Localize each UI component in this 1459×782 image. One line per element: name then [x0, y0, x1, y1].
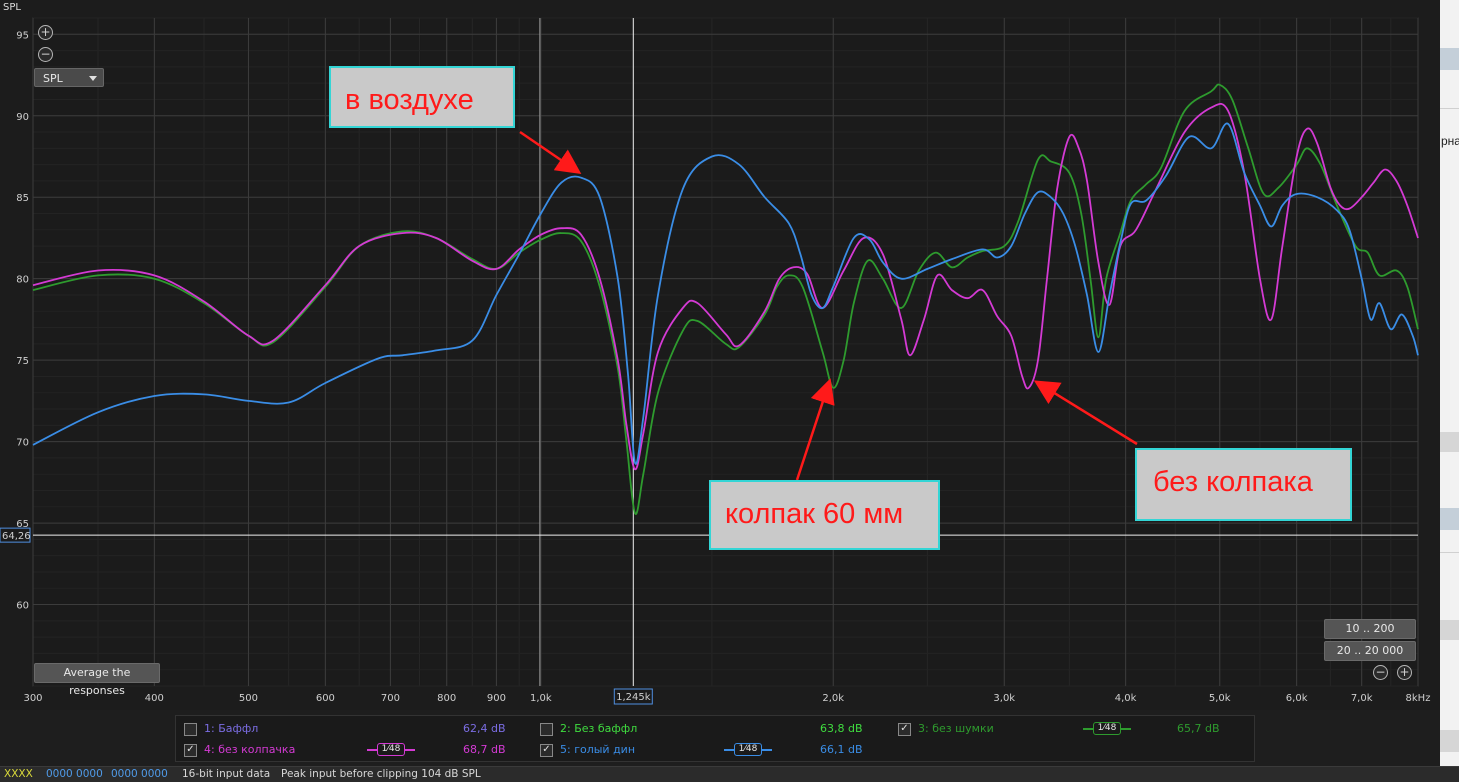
average-button[interactable]: Average the responses	[34, 663, 160, 697]
status-bar: XXXX 0000 0000 0000 0000 16-bit input da…	[0, 766, 1459, 782]
y-tick-label: 75	[16, 356, 29, 367]
plot-area[interactable]: 60 65 70 75 80 85 90 95 300 400 500 600 700 800 900 1,0…	[0, 0, 1440, 710]
legend-name: 2: Без баффл	[560, 722, 638, 735]
legend-value-5: 66,1 dB	[820, 743, 863, 756]
x-tick-label: 3,0k	[993, 693, 1015, 704]
x-tick-label: 600	[316, 693, 335, 704]
y-tick-label: 95	[16, 30, 29, 41]
legend-name: 5: голый дин	[560, 743, 636, 756]
legend-value-4: 68,7 dB	[463, 743, 506, 756]
x-tick-label: 6,0k	[1286, 693, 1308, 704]
status-code-3: 0000 0000	[111, 768, 168, 780]
x-tick-label: 7,0k	[1351, 693, 1373, 704]
y-tick-label: 90	[16, 112, 29, 123]
legend-checkbox-checked[interactable]: ✓	[184, 744, 197, 757]
legend-name: 1: Баффл	[204, 722, 259, 735]
cursor-y-readout: 64,26	[2, 531, 31, 542]
smoothing-control-4[interactable]: 1⁄48	[367, 743, 415, 756]
annotation-cap: колпак 60 мм	[709, 480, 940, 550]
right-panel-text: рна	[1441, 134, 1459, 148]
x-tick-label: 4,0k	[1115, 693, 1137, 704]
x-tick-label: 1,0k	[530, 693, 552, 704]
legend-value-3: 65,7 dB	[1177, 722, 1220, 735]
spl-select[interactable]: SPL	[34, 68, 104, 87]
y-tick-label: 80	[16, 275, 29, 286]
status-code-1: XXXX	[4, 768, 33, 780]
x-tick-label: 8kHz	[1406, 693, 1431, 704]
spl-select-value: SPL	[43, 72, 63, 85]
legend-checkbox-checked[interactable]: ✓	[540, 744, 553, 757]
spl-chart[interactable]: 6065707580859095300 400 500 600 700 800 900 1,0…	[0, 0, 1440, 710]
legend-name: 3: без шумки	[918, 722, 994, 735]
right-panel	[1440, 0, 1459, 766]
x-tick-label: 300	[23, 693, 42, 704]
status-bitdepth: 16-bit input data	[182, 768, 271, 780]
x-zoom-in-icon[interactable]: +	[1397, 665, 1412, 680]
range-button-10-200[interactable]: 10 .. 200	[1324, 619, 1416, 639]
x-tick-label: 400	[145, 693, 164, 704]
x-zoom-out-icon[interactable]: −	[1373, 665, 1388, 680]
x-tick-label: 2,0k	[822, 693, 844, 704]
legend-panel: 1: Баффл 62,4 dB 2: Без баффл 63,8 dB ✓ …	[175, 715, 1255, 762]
y-tick-label: 70	[16, 438, 29, 449]
x-tick-label: 5,0k	[1209, 693, 1231, 704]
legend-value-1: 62,4 dB	[463, 722, 506, 735]
smoothing-control-5[interactable]: 1⁄48	[724, 743, 772, 756]
x-tick-label: 800	[437, 693, 456, 704]
legend-checkbox-checked[interactable]: ✓	[898, 723, 911, 736]
legend-value-2: 63,8 dB	[820, 722, 863, 735]
zoom-in-icon[interactable]: +	[38, 25, 53, 40]
x-tick-label: 500	[239, 693, 258, 704]
legend-name: 4: без колпачка	[204, 743, 296, 756]
status-peak: Peak input before clipping 104 dB SPL	[281, 768, 481, 780]
chevron-down-icon	[89, 76, 97, 81]
annotation-nocap: без колпака	[1135, 448, 1352, 521]
zoom-out-icon[interactable]: −	[38, 47, 53, 62]
legend-checkbox[interactable]	[184, 723, 197, 736]
smoothing-label: 1⁄48	[377, 743, 405, 756]
smoothing-control-3[interactable]: 1⁄48	[1083, 722, 1131, 735]
x-tick-label: 700	[381, 693, 400, 704]
x-tick-label: 900	[487, 693, 506, 704]
y-axis-label: SPL	[3, 2, 21, 13]
legend-checkbox[interactable]	[540, 723, 553, 736]
annotation-air: в воздухе	[329, 66, 515, 128]
plot-frame	[32, 17, 1419, 687]
y-tick-label: 60	[16, 601, 29, 612]
status-code-2: 0000 0000	[46, 768, 103, 780]
y-tick-label: 85	[16, 193, 29, 204]
cursor-x-readout: 1,245k	[616, 692, 651, 703]
smoothing-label: 1⁄48	[734, 743, 762, 756]
range-button-20-20000[interactable]: 20 .. 20 000	[1324, 641, 1416, 661]
smoothing-label: 1⁄48	[1093, 722, 1121, 735]
